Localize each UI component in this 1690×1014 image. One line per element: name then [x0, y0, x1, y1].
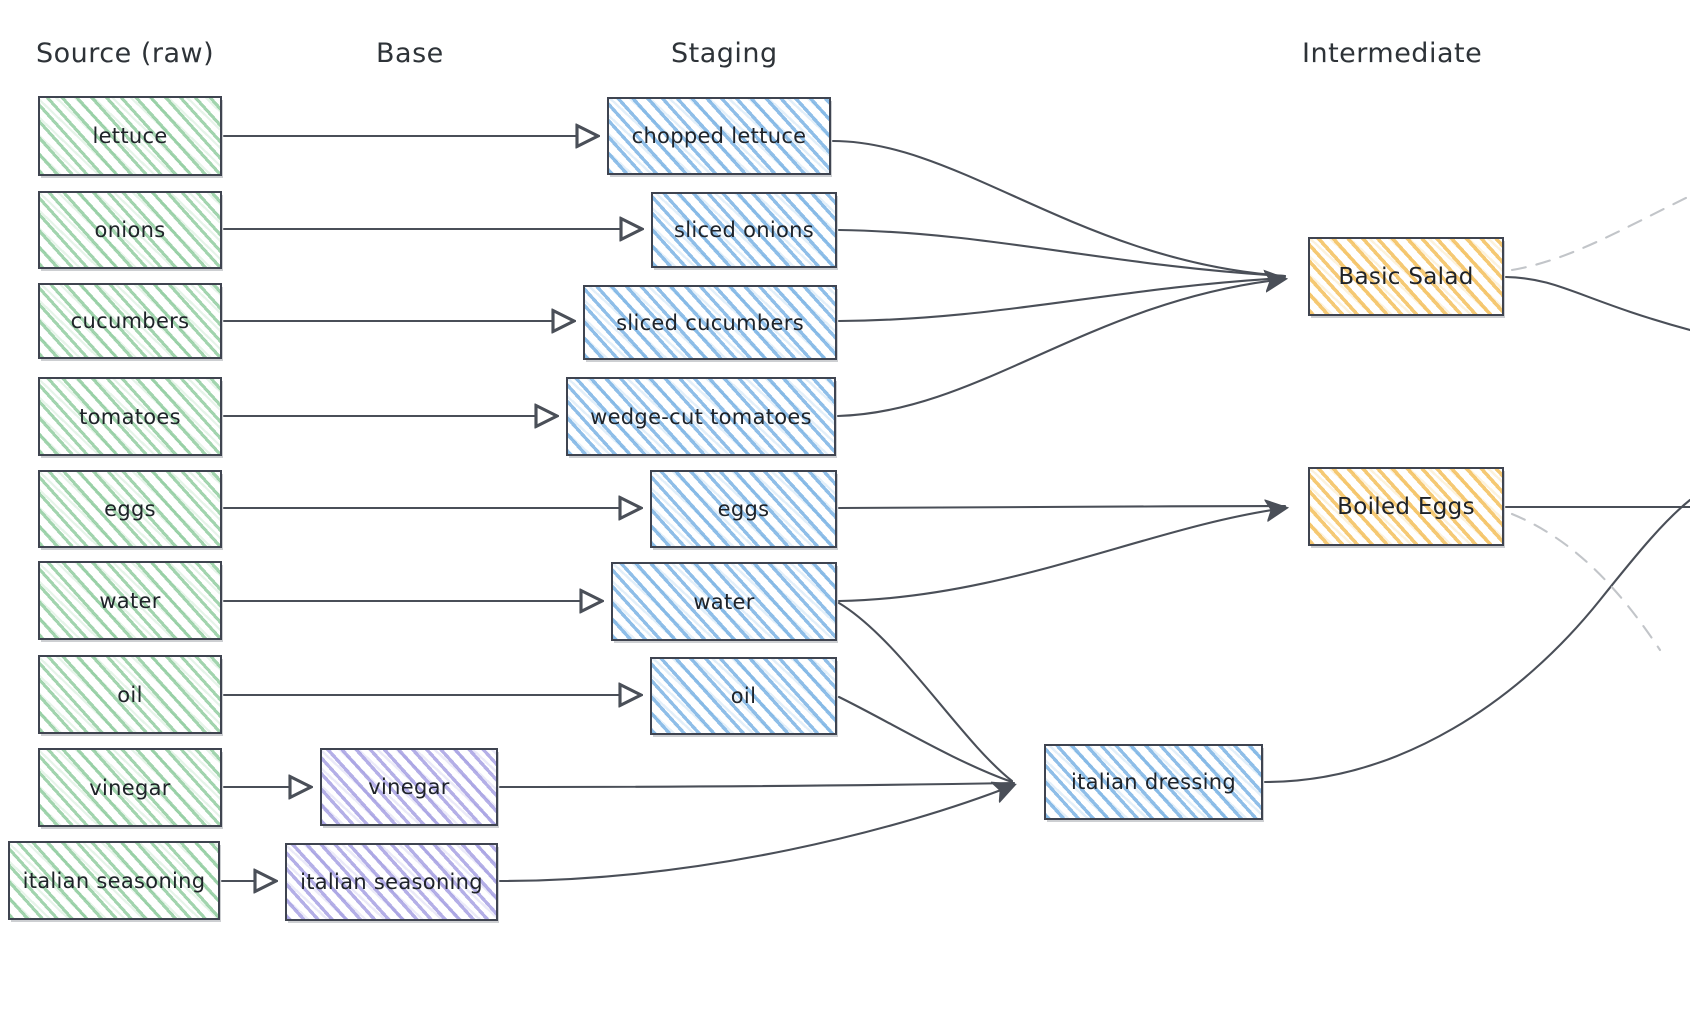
node-label: oil — [730, 684, 757, 708]
edge-basicsalad-downstream-a — [1504, 275, 1690, 332]
edge-cucumbers-basicsalad — [837, 276, 1287, 323]
node-label: sliced onions — [673, 218, 815, 242]
edge-water-boiledeggs — [837, 508, 1286, 603]
node-label: sliced cucumbers — [616, 310, 804, 335]
node-label: vinegar — [89, 775, 171, 800]
node-label: Basic Salad — [1338, 263, 1474, 290]
edge-vinegar-dressing — [498, 781, 1016, 789]
edge-chopped-basicsalad — [831, 139, 1287, 278]
edge-water-dressing — [837, 601, 1014, 783]
node-int-italian-dressing[interactable]: italian dressing — [1044, 744, 1263, 820]
edge-basicsalad-downstream-faded — [1510, 194, 1690, 272]
node-src-lettuce[interactable]: lettuce — [38, 96, 222, 176]
node-stg-oil[interactable]: oil — [650, 657, 837, 735]
node-label: italian dressing — [1070, 770, 1237, 794]
node-label: eggs — [104, 497, 156, 521]
edge-tomatoes-basicsalad — [836, 279, 1285, 418]
node-stg-eggs[interactable]: eggs — [650, 470, 837, 548]
edge-boiledeggs-downstream-faded — [1510, 512, 1662, 652]
node-src-tomatoes[interactable]: tomatoes — [38, 377, 222, 456]
node-label: tomatoes — [79, 404, 181, 429]
node-stg-water[interactable]: water — [611, 562, 837, 641]
node-label: lettuce — [92, 124, 168, 148]
node-base-italian-seasoning[interactable]: italian seasoning — [285, 843, 498, 921]
column-label-staging: Staging — [671, 38, 778, 69]
edge-oil-dressing — [837, 695, 1014, 784]
node-stg-sliced-cucumbers[interactable]: sliced cucumbers — [583, 285, 837, 360]
node-src-onions[interactable]: onions — [38, 191, 222, 269]
column-label-source: Source (raw) — [36, 38, 215, 69]
node-label: chopped lettuce — [631, 124, 807, 148]
node-src-oil[interactable]: oil — [38, 655, 222, 734]
node-src-italian-seasoning[interactable]: italian seasoning — [8, 841, 220, 920]
column-label-intermediate: Intermediate — [1302, 38, 1483, 69]
diagram-canvas: Source (raw) Base Staging Intermediate l… — [0, 0, 1690, 1014]
column-label-base: Base — [376, 38, 444, 69]
node-stg-sliced-onions[interactable]: sliced onions — [651, 192, 837, 268]
edge-onions-basicsalad — [837, 228, 1287, 278]
node-label: onions — [94, 218, 166, 242]
node-stg-chopped-lettuce[interactable]: chopped lettuce — [607, 97, 831, 175]
node-int-basic-salad[interactable]: Basic Salad — [1308, 237, 1504, 316]
node-stg-wedge-cut-tomatoes[interactable]: wedge-cut tomatoes — [566, 377, 836, 456]
node-int-boiled-eggs[interactable]: Boiled Eggs — [1308, 467, 1504, 546]
node-label: Boiled Eggs — [1337, 493, 1475, 520]
node-label: italian seasoning — [300, 870, 483, 894]
node-label: water — [693, 589, 755, 614]
node-label: cucumbers — [70, 309, 190, 333]
node-src-eggs[interactable]: eggs — [38, 470, 222, 548]
node-label: wedge-cut tomatoes — [590, 404, 812, 429]
node-label: eggs — [717, 497, 770, 521]
node-src-vinegar[interactable]: vinegar — [38, 748, 222, 827]
node-base-vinegar[interactable]: vinegar — [320, 748, 498, 826]
node-label: oil — [117, 682, 143, 707]
node-label: water — [99, 588, 161, 613]
node-src-cucumbers[interactable]: cucumbers — [38, 283, 222, 359]
node-label: italian seasoning — [22, 868, 206, 893]
edge-eggs-boiledeggs — [837, 504, 1287, 510]
node-label: vinegar — [368, 775, 450, 799]
node-src-water[interactable]: water — [38, 561, 222, 640]
edge-seasoning-dressing — [498, 785, 1014, 883]
